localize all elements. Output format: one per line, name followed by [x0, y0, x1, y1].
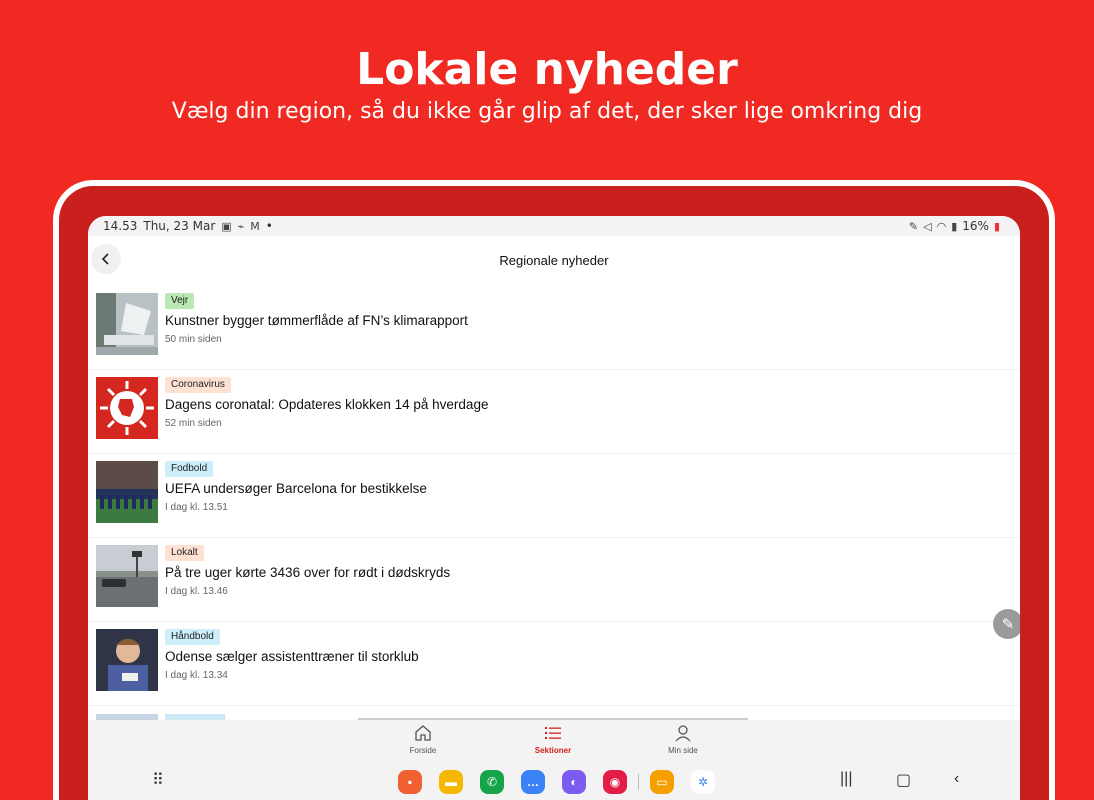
- article-tag: Fodbold: [165, 461, 214, 477]
- article-headline[interactable]: Odense sælger assistenttræner til storkl…: [165, 649, 419, 664]
- nav-label: Min side: [668, 746, 698, 755]
- article-time: I dag kl. 13.34: [165, 670, 228, 681]
- system-navigation-bar: ⠿ ▪ ▬ ✆ … ◐ ◉ ▭ ✲ ||| ▢ ‹: [88, 764, 1020, 800]
- mute-icon: ◁: [923, 219, 932, 233]
- bottom-navigation: Forside Sektioner Min side: [88, 720, 1020, 764]
- status-time: 14.53: [103, 219, 138, 233]
- article-time: 52 min siden: [165, 418, 222, 429]
- promo-subtitle: Vælg din region, så du ikke går glip af …: [171, 99, 923, 124]
- article-thumbnail: [96, 629, 158, 691]
- edit-button[interactable]: ✎: [993, 609, 1020, 639]
- article-tag: Lokalt: [165, 545, 204, 561]
- article-thumbnail: [96, 293, 158, 355]
- nav-item-min-side[interactable]: Min side: [643, 724, 723, 755]
- nav-label: Sektioner: [534, 746, 572, 755]
- system-back-icon[interactable]: ‹: [954, 770, 959, 788]
- camera-app-icon[interactable]: ◉: [603, 770, 627, 794]
- article-tag: Håndbold: [165, 629, 220, 645]
- gmail-notification-icon: M: [250, 219, 260, 233]
- phone-app-icon[interactable]: ✆: [480, 770, 504, 794]
- app-bar: Regionale nyheder: [88, 236, 1020, 286]
- google-photos-app-icon[interactable]: ✲: [691, 770, 715, 794]
- article-row[interactable]: Lokalt På tre uger kørte 3436 over for r…: [88, 538, 1020, 622]
- status-date: Thu, 23 Mar: [143, 219, 216, 233]
- wifi-icon: ◠: [936, 219, 947, 233]
- article-tag: Coronavirus: [165, 377, 231, 393]
- app-notification-icon: ⌁: [237, 219, 245, 233]
- pen-status-icon: ✎: [908, 219, 919, 233]
- article-headline[interactable]: Dagens coronatal: Opdateres klokken 14 p…: [165, 397, 488, 412]
- article-list: Vejr Kunstner bygger tømmerflåde af FN’s…: [88, 286, 1020, 706]
- samsung-pay-app-icon[interactable]: ▭: [650, 770, 674, 794]
- nav-item-sektioner[interactable]: Sektioner: [513, 724, 593, 755]
- nav-label: Forside: [409, 746, 437, 755]
- nav-item-forside[interactable]: Forside: [383, 724, 463, 755]
- status-bar: 14.53 Thu, 23 Mar ▣ ⌁ M • ✎ ◁ ◠ ▮ 16% ▮: [88, 216, 1020, 236]
- app-drawer-icon[interactable]: ⠿: [152, 770, 164, 790]
- gallery-notification-icon: ▣: [221, 219, 232, 233]
- article-time: I dag kl. 13.46: [165, 586, 228, 597]
- dock-separator: [638, 774, 639, 790]
- messages-app-icon[interactable]: …: [521, 770, 545, 794]
- article-time: I dag kl. 13.51: [165, 502, 228, 513]
- page-title: Regionale nyheder: [499, 253, 609, 268]
- article-row[interactable]: Coronavirus Dagens coronatal: Opdateres …: [88, 370, 1020, 454]
- flipboard-app-icon[interactable]: ▪: [398, 770, 422, 794]
- more-notifications-dot: •: [265, 219, 273, 233]
- article-row[interactable]: Fodbold UEFA undersøger Barcelona for be…: [88, 454, 1020, 538]
- recent-apps-icon[interactable]: |||: [840, 770, 852, 788]
- article-time: 50 min siden: [165, 334, 222, 345]
- battery-icon: ▮: [993, 219, 1000, 233]
- article-tag: Vejr: [165, 293, 195, 309]
- internet-app-icon[interactable]: ◐: [562, 770, 586, 794]
- list-icon: [545, 727, 561, 739]
- article-headline[interactable]: UEFA undersøger Barcelona for bestikkels…: [165, 481, 427, 496]
- article-thumbnail: [96, 461, 158, 523]
- article-thumbnail: [96, 545, 158, 607]
- pencil-icon: ✎: [1001, 616, 1015, 633]
- promo-title: Lokale nyheder: [356, 44, 738, 95]
- article-headline[interactable]: Kunstner bygger tømmerflåde af FN’s klim…: [165, 313, 468, 328]
- article-row[interactable]: Vejr Kunstner bygger tømmerflåde af FN’s…: [88, 286, 1020, 370]
- article-thumbnail: [96, 377, 158, 439]
- article-headline[interactable]: På tre uger kørte 3436 over for rødt i d…: [165, 565, 450, 580]
- user-icon: [675, 725, 691, 742]
- signal-icon: ▮: [951, 219, 958, 233]
- tablet-screen: 14.53 Thu, 23 Mar ▣ ⌁ M • ✎ ◁ ◠ ▮ 16% ▮ …: [88, 216, 1020, 800]
- article-row[interactable]: Håndbold Odense sælger assistenttræner t…: [88, 622, 1020, 706]
- home-icon: [415, 725, 431, 741]
- my-files-app-icon[interactable]: ▬: [439, 770, 463, 794]
- battery-level: 16%: [962, 219, 989, 233]
- home-button-icon[interactable]: ▢: [896, 770, 911, 790]
